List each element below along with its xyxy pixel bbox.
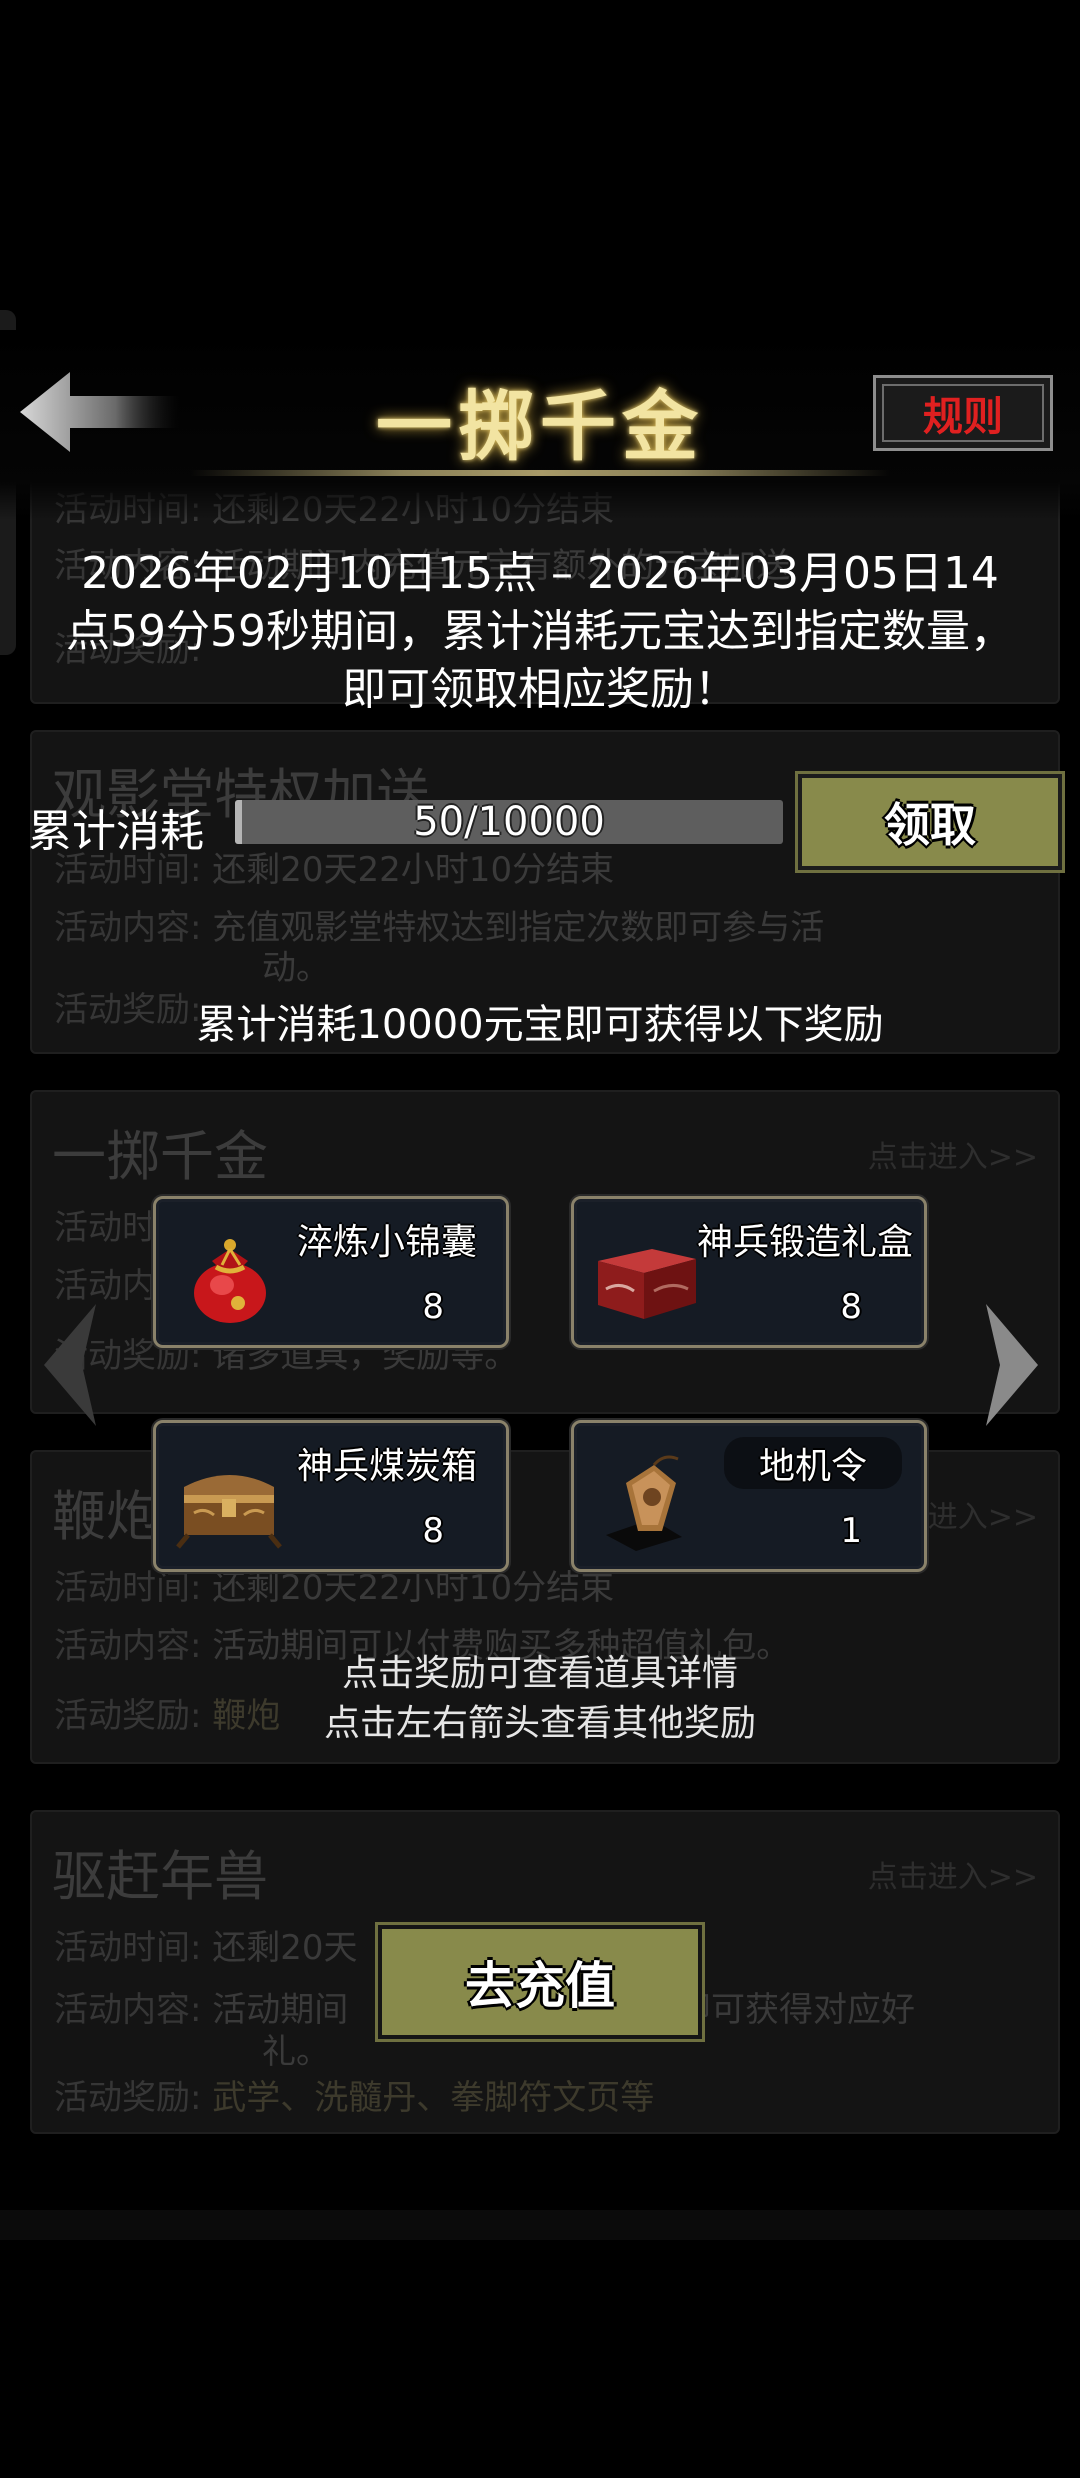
reward-count: 8 <box>422 1511 444 1551</box>
token-tablet-icon <box>606 1455 682 1551</box>
recharge-button-label: 去充值 <box>465 1957 615 2015</box>
bg-value: 还剩20天 <box>212 1928 358 1968</box>
reward-count: 8 <box>840 1287 862 1327</box>
treasure-chest-icon <box>176 1475 282 1549</box>
red-pouch-icon <box>194 1239 266 1323</box>
rules-button[interactable]: 规则 <box>873 375 1053 451</box>
bg-value: 还剩20天22小时10分结束 <box>212 850 615 890</box>
recharge-button[interactable]: 去充值 <box>378 1925 702 2039</box>
progress-label: 累计消耗 <box>28 806 204 857</box>
reward-count: 8 <box>422 1287 444 1327</box>
claim-button[interactable]: 领取 <box>798 774 1062 870</box>
bg-key: 活动奖励: <box>54 2078 202 2118</box>
bg-key: 活动时间: <box>54 1568 202 1608</box>
reward-item[interactable]: 淬炼小锦囊 8 <box>153 1196 509 1348</box>
reward-count: 1 <box>840 1511 862 1551</box>
hint-item-details: 点击奖励可查看道具详情 <box>341 1653 738 1694</box>
red-giftbox-icon <box>598 1249 696 1319</box>
reward-item[interactable]: 地机令 1 <box>571 1420 927 1572</box>
rules-button-label: 规则 <box>923 394 1003 440</box>
bg-enter-link[interactable]: 点击进入>> <box>868 1852 1038 1896</box>
next-reward-arrow[interactable] <box>982 1300 1042 1430</box>
bg-divider <box>0 2210 1080 2240</box>
bg-enter-link[interactable]: 点击进入>> <box>868 1132 1038 1176</box>
hint-arrow-navigation: 点击左右箭头查看其他奖励 <box>323 1703 756 1744</box>
title-underline <box>190 470 890 476</box>
bg-card-title: 一掷千金 <box>52 1125 268 1188</box>
reward-caption: 累计消耗10000元宝即可获得以下奖励 <box>196 1002 884 1048</box>
bg-key: 活动内容: <box>54 1990 202 2030</box>
progress-bar: 50/10000 <box>235 800 783 844</box>
chevron-right-icon <box>986 1304 1038 1426</box>
reward-name: 淬炼小锦囊 <box>296 1222 477 1263</box>
bg-value: 礼。 <box>262 2032 330 2072</box>
reward-name: 神兵煤炭箱 <box>296 1446 477 1487</box>
bg-value: 动。 <box>262 948 330 988</box>
reward-name: 神兵锻造礼盒 <box>696 1222 913 1263</box>
progress-text: 50/10000 <box>413 800 605 844</box>
bg-value: 武学、洗髓丹、拳脚符文页等 <box>212 2078 655 2118</box>
reward-item[interactable]: 神兵锻造礼盒 8 <box>571 1196 927 1348</box>
bg-key: 活动时间: <box>54 1928 202 1968</box>
bg-value: 还剩20天22小时10分结束 <box>212 1568 615 1608</box>
claim-button-label: 领取 <box>884 798 976 852</box>
bg-key: 活动内容: <box>54 908 202 948</box>
reward-name: 地机令 <box>724 1437 902 1489</box>
bg-card-title: 驱赶年兽 <box>52 1845 268 1908</box>
chevron-left-icon <box>44 1304 96 1426</box>
reward-item[interactable]: 神兵煤炭箱 8 <box>153 1420 509 1572</box>
event-description: 2026年02月10日15点 – 2026年03月05日14点59分59秒期间，… <box>66 548 1014 715</box>
bg-card-title: 鞭炮 <box>52 1485 160 1548</box>
bg-value: 即可获得对应好 <box>677 1990 915 2030</box>
prev-reward-arrow[interactable] <box>40 1300 100 1430</box>
